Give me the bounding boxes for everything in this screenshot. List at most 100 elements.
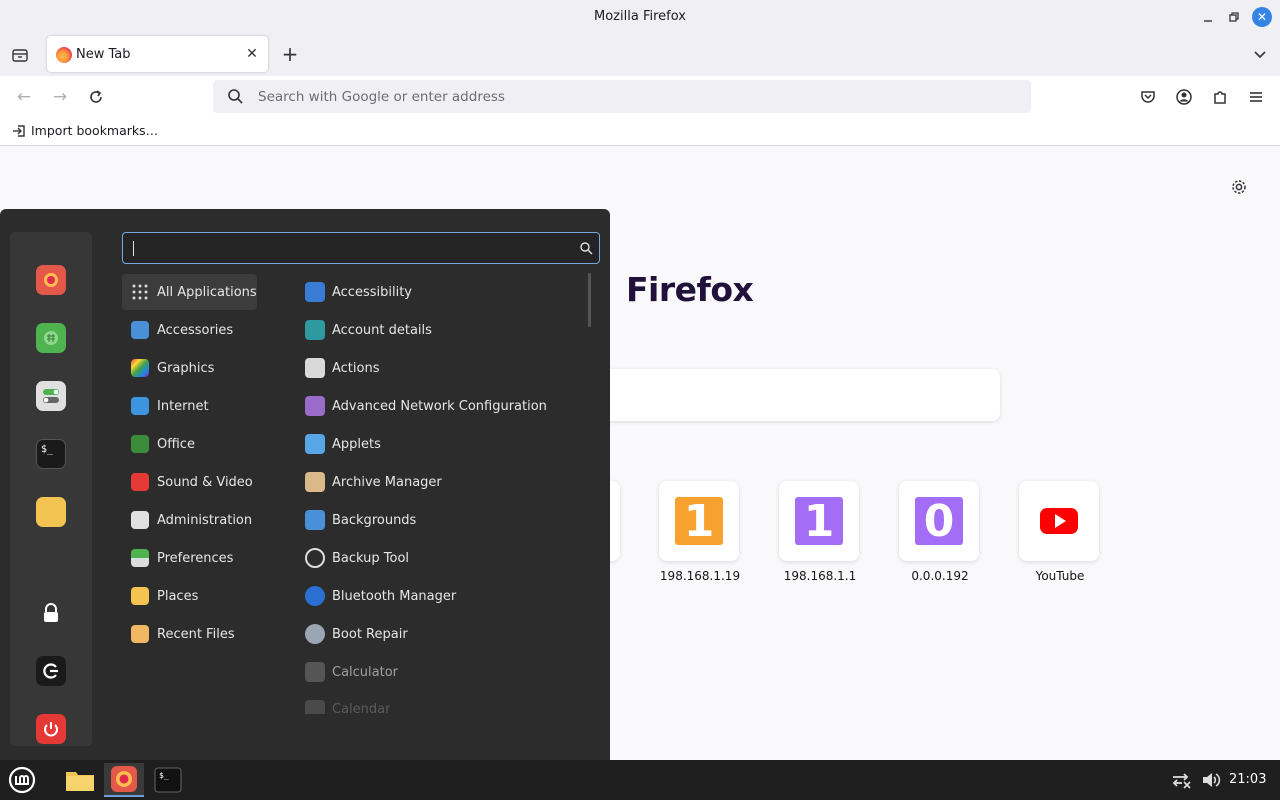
app-advanced-network-configuration[interactable]: Advanced Network Configuration bbox=[297, 388, 547, 424]
category-recent-files[interactable]: Recent Files bbox=[122, 616, 257, 652]
category-internet[interactable]: Internet bbox=[122, 388, 257, 424]
shortcut-label: 0.0.0.192 bbox=[911, 569, 969, 583]
terminal-icon[interactable]: $_ bbox=[36, 439, 66, 469]
address-placeholder: Search with Google or enter address bbox=[258, 89, 505, 105]
taskbar-terminal[interactable]: $_ bbox=[148, 763, 188, 797]
category-places[interactable]: Places bbox=[122, 578, 257, 614]
settings-toggle-icon[interactable] bbox=[36, 381, 66, 411]
taskbar: $_ 21:03 bbox=[0, 760, 1280, 800]
taskbar-firefox[interactable] bbox=[104, 763, 144, 797]
volume-button[interactable] bbox=[1194, 763, 1228, 797]
category-label: Graphics bbox=[157, 360, 215, 376]
app-label: Backgrounds bbox=[332, 512, 417, 528]
calculator-icon bbox=[305, 662, 325, 682]
puzzle-icon bbox=[1214, 91, 1226, 104]
category-graphics[interactable]: Graphics bbox=[122, 350, 257, 386]
import-bookmarks-button[interactable]: Import bookmarks… bbox=[12, 123, 158, 138]
app-label: Advanced Network Configuration bbox=[332, 398, 547, 414]
spreadsheet-glyph bbox=[44, 331, 58, 345]
app-label: Account details bbox=[332, 322, 432, 338]
back-button[interactable]: ← bbox=[14, 87, 34, 107]
mint-menu-button[interactable] bbox=[2, 763, 42, 797]
app-calculator[interactable]: Calculator bbox=[297, 654, 398, 690]
tab-strip: New Tab ✕ + bbox=[0, 34, 1280, 76]
volume-icon bbox=[1203, 773, 1221, 787]
window-titlebar: Mozilla Firefox ✕ bbox=[0, 0, 1280, 34]
pocket-button[interactable] bbox=[1138, 87, 1158, 107]
minimize-button[interactable] bbox=[1198, 7, 1218, 27]
office-icon bbox=[131, 435, 149, 453]
firefox-favicon-icon bbox=[56, 47, 72, 63]
lock-glyph bbox=[44, 603, 58, 622]
app-calendar[interactable]: Calendar bbox=[297, 692, 390, 714]
tab-new-tab[interactable]: New Tab ✕ bbox=[47, 36, 268, 72]
folder-icon[interactable] bbox=[36, 497, 66, 527]
address-bar[interactable]: Search with Google or enter address bbox=[213, 80, 1031, 113]
app-accessibility[interactable]: Accessibility bbox=[297, 274, 412, 310]
shortcut-tile-youtube[interactable]: YouTube bbox=[1019, 481, 1101, 583]
list-all-tabs-button[interactable] bbox=[1250, 44, 1270, 64]
shortcut-letter-icon: 1 bbox=[795, 496, 843, 547]
close-window-button[interactable]: ✕ bbox=[1252, 7, 1272, 27]
category-office[interactable]: Office bbox=[122, 426, 257, 462]
shortcut-tile[interactable]: 0 0.0.0.192 bbox=[899, 481, 981, 583]
restore-icon bbox=[1229, 12, 1239, 22]
app-bluetooth-manager[interactable]: Bluetooth Manager bbox=[297, 578, 456, 614]
page-search-box[interactable] bbox=[560, 369, 1000, 421]
forward-button[interactable]: → bbox=[50, 87, 70, 107]
firefox-icon bbox=[111, 766, 137, 792]
shortcut-label: YouTube bbox=[1035, 569, 1085, 583]
account-icon bbox=[1176, 89, 1192, 105]
tab-close-icon[interactable]: ✕ bbox=[244, 46, 260, 62]
shortcut-label: 198.168.1.1 bbox=[783, 569, 857, 583]
app-menu-button[interactable] bbox=[1246, 87, 1266, 107]
firefox-view-icon bbox=[12, 49, 28, 62]
lock-icon[interactable] bbox=[36, 598, 66, 628]
taskbar-files[interactable] bbox=[60, 763, 100, 797]
app-applets[interactable]: Applets bbox=[297, 426, 381, 462]
app-boot-repair[interactable]: Boot Repair bbox=[297, 616, 408, 652]
graphics-icon bbox=[131, 359, 149, 377]
app-account-details[interactable]: Account details bbox=[297, 312, 432, 348]
extensions-button[interactable] bbox=[1210, 87, 1230, 107]
actions-icon bbox=[305, 358, 325, 378]
category-preferences[interactable]: Preferences bbox=[122, 540, 257, 576]
firefox-icon[interactable] bbox=[36, 265, 66, 295]
new-tab-button[interactable]: + bbox=[280, 44, 300, 64]
shortcut-tile[interactable]: 1 198.168.1.19 bbox=[659, 481, 741, 583]
shortcut-tile[interactable]: 1 198.168.1.1 bbox=[779, 481, 861, 583]
folder-icon bbox=[131, 587, 149, 605]
close-icon: ✕ bbox=[1256, 10, 1268, 24]
logout-glyph bbox=[43, 663, 58, 679]
bookmarks-toolbar: Import bookmarks… bbox=[0, 118, 1280, 146]
power-icon[interactable] bbox=[36, 714, 66, 744]
app-archive-manager[interactable]: Archive Manager bbox=[297, 464, 442, 500]
network-disconnected-icon bbox=[1172, 773, 1191, 789]
menu-scrollbar[interactable] bbox=[588, 273, 591, 327]
account-button[interactable] bbox=[1174, 87, 1194, 107]
logout-icon[interactable] bbox=[36, 656, 66, 686]
plus-icon: + bbox=[281, 42, 299, 66]
pocket-icon bbox=[1141, 91, 1155, 103]
reload-button[interactable] bbox=[86, 87, 106, 107]
spreadsheet-icon[interactable] bbox=[36, 323, 66, 353]
firefox-view-button[interactable] bbox=[10, 45, 30, 65]
navigation-toolbar: ← → Search with Google or enter address bbox=[0, 76, 1280, 118]
category-all-applications[interactable]: All Applications bbox=[122, 274, 257, 310]
menu-search-input[interactable] bbox=[122, 232, 600, 264]
category-accessories[interactable]: Accessories bbox=[122, 312, 257, 348]
app-backup-tool[interactable]: Backup Tool bbox=[297, 540, 409, 576]
favorites-bar: $_ bbox=[10, 232, 92, 746]
category-administration[interactable]: Administration bbox=[122, 502, 257, 538]
import-bookmarks-label: Import bookmarks… bbox=[31, 123, 159, 138]
app-label: Calculator bbox=[332, 664, 399, 680]
tab-label: New Tab bbox=[76, 47, 131, 62]
taskbar-clock[interactable]: 21:03 bbox=[1229, 772, 1266, 787]
personalize-button[interactable] bbox=[1230, 178, 1248, 196]
category-sound-video[interactable]: Sound & Video bbox=[122, 464, 257, 500]
app-backgrounds[interactable]: Backgrounds bbox=[297, 502, 416, 538]
play-icon bbox=[131, 473, 149, 491]
maximize-button[interactable] bbox=[1224, 7, 1244, 27]
cloud-icon bbox=[131, 397, 149, 415]
app-actions[interactable]: Actions bbox=[297, 350, 380, 386]
